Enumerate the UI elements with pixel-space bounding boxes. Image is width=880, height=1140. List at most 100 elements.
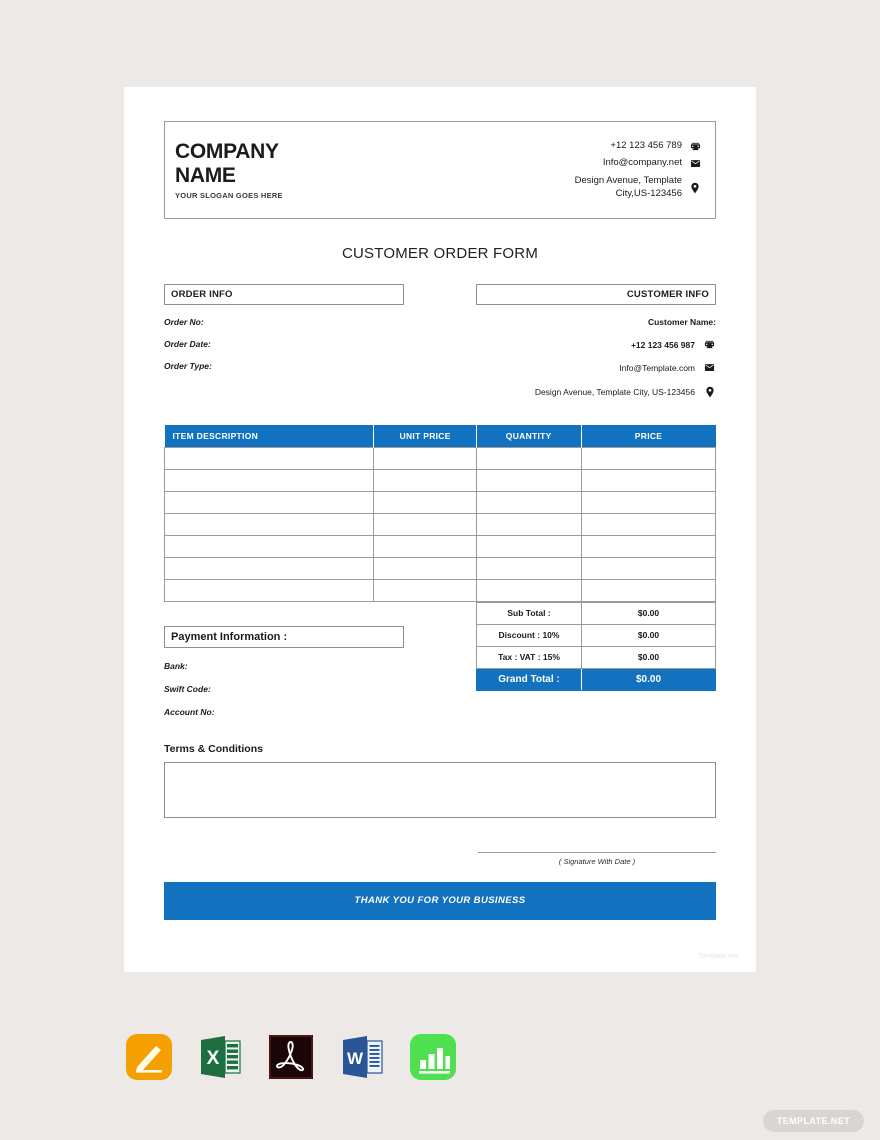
grand-total-label: Grand Total : bbox=[476, 667, 582, 691]
customer-name-label[interactable]: Customer Name: bbox=[476, 317, 716, 327]
tax-row: Tax : VAT : 15% $0.00 bbox=[476, 645, 716, 669]
items-table-head: ITEM DESCRIPTION UNIT PRICE QUANTITY PRI… bbox=[164, 425, 716, 447]
customer-email-row: Info@Template.com bbox=[476, 362, 716, 373]
cell-price[interactable] bbox=[580, 512, 717, 536]
order-info-column: ORDER INFO Order No: Order Date: Order T… bbox=[164, 284, 404, 399]
template-net-badge[interactable]: TEMPLATE.NET bbox=[762, 1110, 864, 1132]
cell-item-description[interactable] bbox=[163, 534, 375, 558]
cell-price[interactable] bbox=[580, 490, 717, 514]
cell-quantity[interactable] bbox=[475, 490, 582, 514]
table-row[interactable] bbox=[163, 534, 717, 558]
cell-quantity[interactable] bbox=[475, 512, 582, 536]
cell-unit-price[interactable] bbox=[373, 556, 477, 580]
cell-quantity[interactable] bbox=[475, 556, 582, 580]
account-no-label[interactable]: Account No: bbox=[164, 707, 404, 717]
cell-item-description[interactable] bbox=[163, 512, 375, 536]
company-phone-text: +12 123 456 789 bbox=[610, 139, 682, 151]
terms-heading: Terms & Conditions bbox=[164, 742, 263, 755]
swift-code-label[interactable]: Swift Code: bbox=[164, 684, 404, 694]
customer-info-column: CUSTOMER INFO Customer Name: +12 123 456… bbox=[476, 284, 716, 399]
info-section: ORDER INFO Order No: Order Date: Order T… bbox=[164, 284, 716, 399]
grand-total-row: Grand Total : $0.00 bbox=[476, 667, 716, 691]
document-content: COMPANY NAME YOUR SLOGAN GOES HERE +12 1… bbox=[163, 121, 717, 920]
cell-price[interactable] bbox=[580, 578, 717, 602]
cell-unit-price[interactable] bbox=[373, 578, 477, 602]
customer-address-row: Design Avenue, Template City, US-123456 bbox=[476, 385, 716, 399]
cell-quantity[interactable] bbox=[475, 578, 582, 602]
table-row[interactable] bbox=[163, 490, 717, 514]
cell-item-description[interactable] bbox=[163, 556, 375, 580]
cell-price[interactable] bbox=[580, 534, 717, 558]
discount-label: Discount : 10% bbox=[476, 623, 582, 647]
cell-unit-price[interactable] bbox=[373, 490, 477, 514]
cell-quantity[interactable] bbox=[475, 446, 582, 470]
customer-email-text: Info@Template.com bbox=[619, 362, 695, 373]
cell-item-description[interactable] bbox=[163, 578, 375, 602]
cell-unit-price[interactable] bbox=[373, 468, 477, 492]
subtotal-value: $0.00 bbox=[581, 601, 716, 625]
customer-info-heading: CUSTOMER INFO bbox=[476, 284, 716, 305]
signature-caption: ( Signature With Date ) bbox=[558, 856, 636, 866]
subtotal-row: Sub Total : $0.00 bbox=[476, 601, 716, 625]
watermark: Template.net bbox=[697, 953, 738, 960]
discount-row: Discount : 10% $0.00 bbox=[476, 623, 716, 647]
table-row[interactable] bbox=[163, 556, 717, 580]
bank-label[interactable]: Bank: bbox=[164, 661, 404, 671]
envelope-icon bbox=[689, 158, 701, 169]
discount-value: $0.00 bbox=[581, 623, 716, 647]
column-header-quantity: QUANTITY bbox=[476, 425, 582, 447]
customer-name-text: Customer Name: bbox=[647, 317, 716, 327]
column-header-unit-price: UNIT PRICE bbox=[373, 425, 477, 447]
adobe-pdf-icon[interactable] bbox=[266, 1032, 316, 1082]
items-table: ITEM DESCRIPTION UNIT PRICE QUANTITY PRI… bbox=[163, 425, 717, 602]
thank-you-banner: THANK YOU FOR YOUR BUSINESS bbox=[164, 881, 716, 920]
customer-phone-text: +12 123 456 987 bbox=[630, 339, 695, 350]
cell-unit-price[interactable] bbox=[373, 534, 477, 558]
cell-item-description[interactable] bbox=[163, 490, 375, 514]
location-pin-icon bbox=[689, 181, 701, 195]
envelope-icon bbox=[703, 362, 716, 373]
cell-price[interactable] bbox=[580, 556, 717, 580]
tax-label: Tax : VAT : 15% bbox=[476, 645, 582, 669]
order-no-label[interactable]: Order No: bbox=[164, 317, 404, 327]
svg-text:X: X bbox=[207, 1048, 220, 1069]
svg-text:W: W bbox=[347, 1049, 364, 1068]
signature-section: ( Signature With Date ) bbox=[164, 851, 716, 866]
cell-price[interactable] bbox=[580, 446, 717, 470]
payment-and-totals-section: Payment Information : Bank: Swift Code: … bbox=[164, 601, 716, 717]
column-header-item-description: ITEM DESCRIPTION bbox=[164, 425, 375, 447]
table-row[interactable] bbox=[163, 512, 717, 536]
terms-textarea[interactable] bbox=[164, 761, 716, 818]
subtotal-label: Sub Total : bbox=[476, 601, 582, 625]
cell-unit-price[interactable] bbox=[373, 446, 477, 470]
table-row[interactable] bbox=[163, 578, 717, 602]
table-row[interactable] bbox=[163, 468, 717, 492]
document-page: COMPANY NAME YOUR SLOGAN GOES HERE +12 1… bbox=[124, 87, 756, 972]
company-branding: COMPANY NAME YOUR SLOGAN GOES HERE bbox=[175, 140, 283, 200]
cell-item-description[interactable] bbox=[163, 446, 375, 470]
apple-pages-icon[interactable] bbox=[124, 1032, 174, 1082]
cell-item-description[interactable] bbox=[163, 468, 375, 492]
microsoft-word-icon[interactable]: W bbox=[337, 1032, 387, 1082]
telephone-icon bbox=[689, 141, 701, 152]
company-email-row: Info@company.net bbox=[575, 157, 701, 170]
signature-line bbox=[478, 851, 716, 853]
apple-numbers-icon[interactable] bbox=[408, 1032, 458, 1082]
cell-price[interactable] bbox=[580, 468, 717, 492]
cell-quantity[interactable] bbox=[475, 534, 582, 558]
totals-table: Sub Total : $0.00 Discount : 10% $0.00 T… bbox=[476, 601, 716, 691]
page-title: CUSTOMER ORDER FORM bbox=[341, 245, 539, 262]
microsoft-excel-icon[interactable]: X bbox=[195, 1032, 245, 1082]
grand-total-value: $0.00 bbox=[581, 667, 716, 691]
cell-unit-price[interactable] bbox=[373, 512, 477, 536]
signature-field[interactable]: ( Signature With Date ) bbox=[478, 851, 716, 866]
cell-quantity[interactable] bbox=[475, 468, 582, 492]
order-date-label[interactable]: Order Date: bbox=[164, 339, 404, 349]
file-format-icons: X W bbox=[124, 1032, 516, 1082]
payment-information-block: Payment Information : Bank: Swift Code: … bbox=[164, 625, 404, 717]
telephone-icon bbox=[703, 339, 716, 350]
order-info-heading: ORDER INFO bbox=[164, 284, 404, 305]
order-type-label[interactable]: Order Type: bbox=[164, 361, 404, 371]
table-row[interactable] bbox=[163, 446, 717, 470]
company-address-text: Design Avenue, Template City,US-123456 bbox=[574, 175, 682, 199]
